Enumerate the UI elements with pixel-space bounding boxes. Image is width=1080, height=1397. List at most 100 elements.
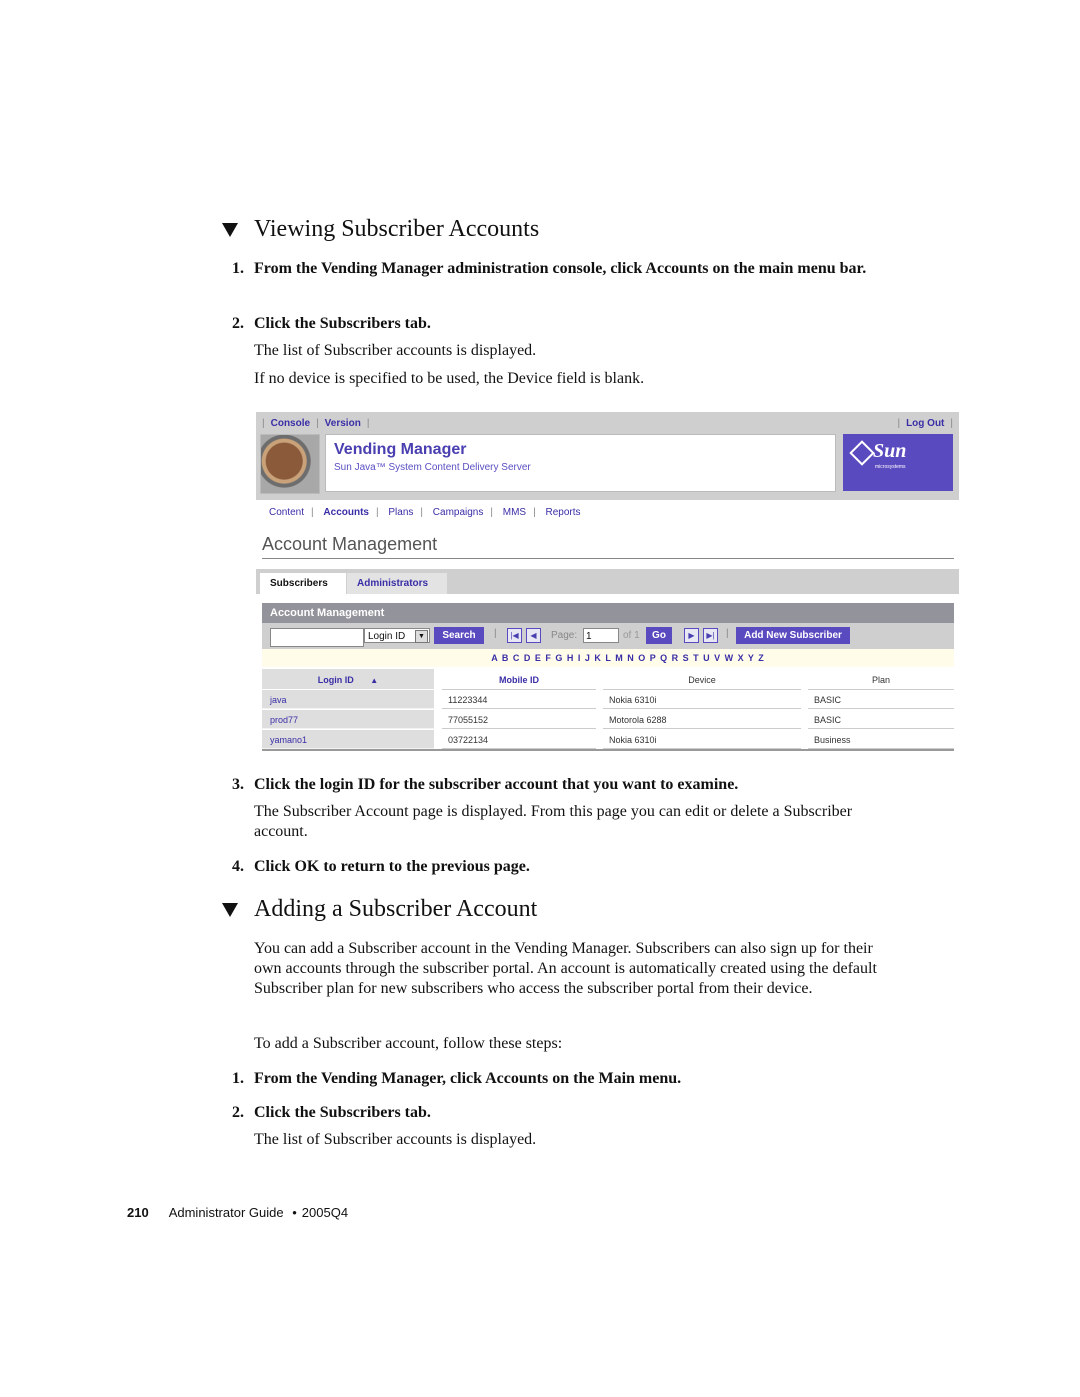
add-new-subscriber-button[interactable]: Add New Subscriber [736,627,850,644]
section-heading-viewing: Viewing Subscriber Accounts [222,216,539,243]
paragraph: The list of Subscriber accounts is displ… [254,342,537,359]
column-header-plan: Plan [808,669,954,690]
bullet-separator: • [292,1205,297,1220]
table-row: java 11223344 Nokia 6310i BASIC [262,690,954,710]
brand-banner: Vending Manager Sun Java™ System Content… [325,434,836,492]
alphabet-filter[interactable]: A B C D E F G H I J K L M N O P Q R S T … [262,649,954,667]
search-input[interactable] [270,628,364,647]
step-text: From the Vending Manager administration … [254,260,867,277]
sun-logo-subtext: microsystems [875,464,906,470]
main-menu: Content | Accounts | Plans | Campaigns | MMS… [269,507,581,518]
plan-cell: Business [808,730,954,749]
step-2: 2. Click the Subscribers tab. [232,314,892,334]
step-4: 4. Click OK to return to the previous pag… [232,857,892,877]
step-number: 2. [232,1104,244,1121]
utility-bar-left: | Console | Version | [262,418,370,429]
first-page-icon[interactable]: |◀ [507,628,522,643]
search-field-select[interactable]: Login ID ▼ [364,628,430,643]
table-row: prod77 77055152 Motorola 6288 BASIC [262,710,954,730]
step-number: 4. [232,858,244,875]
previous-page-icon[interactable]: ◀ [526,628,541,643]
mobile-id-cell: 11223344 [442,690,596,709]
step-number: 1. [232,1070,244,1087]
step-text: Click the Subscribers tab. [254,315,431,332]
go-button[interactable]: Go [646,627,672,644]
edition: 2005Q4 [301,1205,349,1220]
step-text: Click the login ID for the subscriber ac… [254,776,739,793]
section-heading-adding: Adding a Subscriber Account [222,896,537,923]
step-text: From the Vending Manager, click Accounts… [254,1070,682,1087]
menu-item-accounts[interactable]: Accounts [323,507,369,518]
column-header-mobile-id[interactable]: Mobile ID [442,669,596,690]
utility-bar-right: | Log Out | [897,418,953,429]
search-button[interactable]: Search [434,627,484,644]
version-link[interactable]: Version [325,418,361,429]
column-header-login-id[interactable]: Login ID ▲ [262,669,434,689]
login-id-link[interactable]: java [262,690,434,709]
document-title: Administrator Guide [168,1205,284,1220]
tab-bar: Subscribers Administrators [256,569,959,594]
panel-header: Account Management [262,603,954,623]
tab-subscribers[interactable]: Subscribers [260,573,346,594]
page-number: 210 [127,1205,149,1220]
toolbar-separator: | [726,628,729,639]
page-footer: 210 Administrator Guide • 2005Q4 [127,1205,348,1220]
console-link[interactable]: Console [271,418,310,429]
table-bottom-rule [262,749,954,751]
sun-diamond-icon [849,440,875,466]
heading-text: Viewing Subscriber Accounts [254,216,540,242]
mobile-id-cell: 03722134 [442,730,596,749]
last-page-icon[interactable]: ▶| [703,628,718,643]
menu-item-mms[interactable]: MMS [503,507,526,518]
login-id-link[interactable]: prod77 [262,710,434,729]
next-page-icon[interactable]: ▶ [684,628,699,643]
login-id-link[interactable]: yamano1 [262,730,434,749]
paragraph: The Subscriber Account page is displayed… [254,803,853,840]
plan-cell: BASIC [808,690,954,709]
step-3: 3. Click the login ID for the subscriber … [232,775,892,795]
sort-ascending-icon: ▲ [370,676,379,685]
paragraph: If no device is specified to be used, th… [254,370,645,387]
menu-item-plans[interactable]: Plans [388,507,413,518]
intro-paragraph: You can add a Subscriber account in the … [254,940,877,997]
page-title: Account Management [262,534,438,554]
step-text: Click OK to return to the previous page. [254,858,530,875]
step-number: 2. [232,315,244,332]
triangle-bullet-icon [222,222,238,237]
logout-link[interactable]: Log Out [906,418,944,429]
device-cell: Nokia 6310i [603,730,801,749]
step-number: 3. [232,776,244,793]
plan-cell: BASIC [808,710,954,729]
sun-logo: Sun microsystems [843,434,953,491]
step-number: 1. [232,260,244,277]
menu-item-campaigns[interactable]: Campaigns [433,507,484,518]
search-toolbar: Login ID ▼ Search | |◀ ◀ Page: 1 of 1 Go… [262,623,954,649]
page-count: of 1 [623,630,640,641]
sun-logo-text: Sun [873,440,907,462]
menu-item-content[interactable]: Content [269,507,304,518]
chevron-down-icon: ▼ [415,630,428,643]
column-label: Login ID [317,675,354,685]
column-header-device: Device [603,669,801,690]
app-title: Vending Manager [334,441,467,458]
triangle-bullet-icon [222,902,238,917]
add-step-1: 1. From the Vending Manager, click Accoun… [232,1069,892,1089]
app-subtitle: Sun Java™ System Content Delivery Server [334,462,531,473]
vending-manager-screenshot: | Console | Version | | Log Out | Vending Mana… [256,412,959,752]
table-row: yamano1 03722134 Nokia 6310i Business [262,730,954,750]
toolbar-separator: | [494,628,497,639]
page-label: Page: [551,630,578,641]
add-step-2: 2. Click the Subscribers tab. [232,1103,892,1123]
device-cell: Motorola 6288 [603,710,801,729]
tab-administrators[interactable]: Administrators [347,573,447,594]
masthead: | Console | Version | | Log Out | Vending Mana… [256,412,959,500]
paragraph: The list of Subscriber accounts is displ… [254,1131,537,1148]
menu-item-reports[interactable]: Reports [546,507,581,518]
step-1: 1. From the Vending Manager administratio… [232,259,892,279]
select-value: Login ID [368,631,406,642]
heading-text: Adding a Subscriber Account [254,896,538,922]
device-cell: Nokia 6310i [603,690,801,709]
paragraph: To add a Subscriber account, follow thes… [254,1035,563,1052]
mobile-id-cell: 77055152 [442,710,596,729]
page-input[interactable]: 1 [583,628,619,643]
